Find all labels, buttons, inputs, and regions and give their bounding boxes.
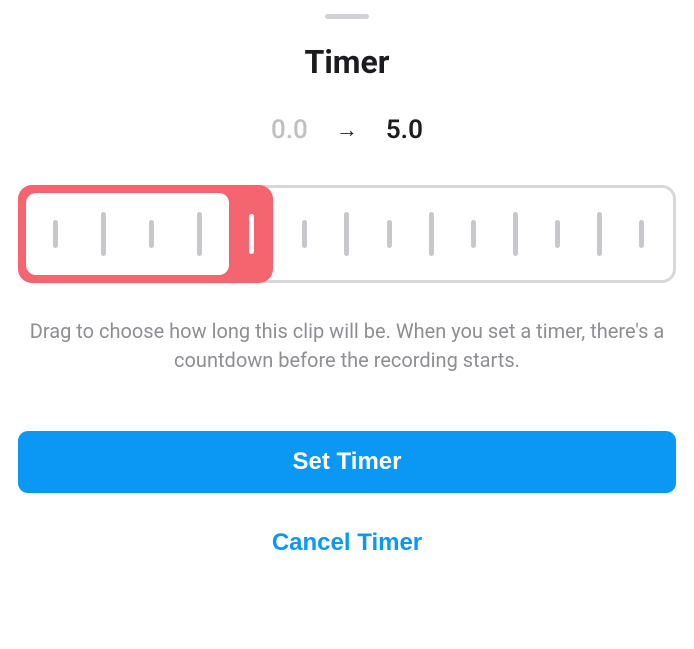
sheet-title: Timer bbox=[304, 43, 389, 81]
slider-tick bbox=[639, 220, 644, 248]
time-end-value: 5.0 bbox=[386, 115, 423, 145]
time-start-value: 0.0 bbox=[271, 115, 308, 145]
arrow-right-icon: → bbox=[336, 117, 358, 143]
slider-selection[interactable] bbox=[18, 185, 273, 283]
slider-tick bbox=[101, 212, 106, 256]
slider-tick bbox=[555, 220, 560, 248]
selection-inner bbox=[26, 193, 229, 275]
slider-tick bbox=[471, 220, 476, 248]
sheet-grabber[interactable] bbox=[325, 14, 369, 19]
slider-drag-handle[interactable] bbox=[229, 185, 273, 283]
slider-tick bbox=[513, 212, 518, 256]
cancel-timer-button[interactable]: Cancel Timer bbox=[256, 521, 438, 565]
set-timer-button[interactable]: Set Timer bbox=[18, 431, 676, 493]
help-text: Drag to choose how long this clip will b… bbox=[18, 317, 676, 375]
drag-handle-icon bbox=[249, 214, 254, 254]
time-range-display: 0.0 → 5.0 bbox=[271, 115, 423, 145]
slider-tick bbox=[597, 212, 602, 256]
slider-tick bbox=[53, 220, 58, 248]
slider-tick bbox=[429, 212, 434, 256]
slider-tick bbox=[149, 220, 154, 248]
timer-sheet: Timer 0.0 → 5.0 bbox=[0, 0, 694, 649]
slider-tick bbox=[197, 212, 202, 256]
slider-tick bbox=[387, 220, 392, 248]
duration-slider[interactable] bbox=[18, 185, 676, 283]
slider-tick bbox=[344, 212, 349, 256]
slider-tick bbox=[302, 220, 307, 248]
